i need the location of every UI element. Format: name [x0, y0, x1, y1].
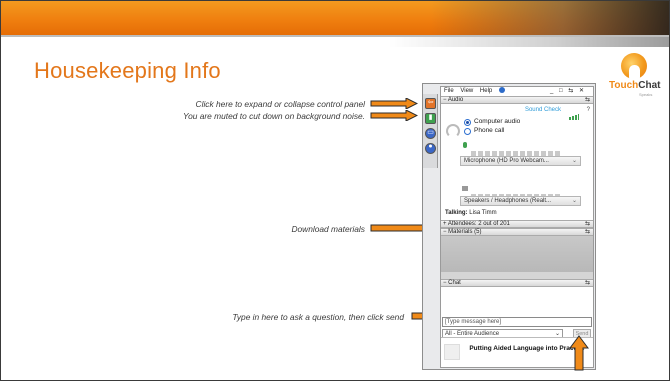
microphone-value: Microphone (HD Pro Webcam...: [464, 158, 549, 164]
speaker-level-meter: [471, 186, 563, 199]
banner-shade: [431, 1, 669, 35]
talking-name: Lisa Timm: [469, 210, 497, 216]
logo-tagline: Speaks: [639, 92, 653, 97]
webcam-icon: ●: [428, 143, 433, 150]
menu-bar: File View Help _ □ ⇆ ✕: [441, 87, 593, 96]
speakers-value: Speakers / Headphones (Realt...: [464, 198, 552, 204]
attendees-label: Attendees:: [447, 221, 477, 227]
logo-chat: Chat: [638, 80, 661, 91]
banner-stripe-shadow: [389, 37, 669, 47]
audio-header-label: Audio: [447, 97, 464, 103]
mute-button[interactable]: ▮: [425, 113, 436, 124]
panel-gap: [441, 272, 593, 279]
materials-label: Materials (5): [448, 229, 482, 235]
webcam-button[interactable]: ●: [425, 143, 436, 154]
arrow-left-icon: ⇦: [427, 99, 434, 106]
audio-panel: Sound Check ? Computer audio Phone call …: [441, 104, 593, 220]
note-muted: You are muted to cut down on background …: [182, 111, 365, 121]
headset-icon: [446, 124, 460, 138]
phone-call-label: Phone call: [474, 127, 505, 134]
control-panel: ⇦ ▮ ▭ ● File View Help _ □ ⇆ ✕ − Audio ⇆ …: [422, 83, 596, 370]
chat-message-input[interactable]: [Type message here]: [442, 317, 592, 327]
arrow-muted: [370, 110, 418, 121]
sound-check-link[interactable]: Sound Check: [525, 107, 561, 113]
chat-label: Chat: [448, 280, 461, 286]
talking-label: Talking:: [445, 210, 468, 216]
note-ask-question: Type in here to ask a question, then cli…: [232, 312, 404, 322]
note-download: Download materials: [291, 224, 365, 234]
chat-section-header[interactable]: − Chat ⇆: [441, 279, 593, 287]
computer-audio-radio[interactable]: [464, 119, 471, 126]
expand-collapse-button[interactable]: ⇦: [425, 98, 436, 109]
logo-wordmark: TouchChat: [609, 80, 661, 91]
header-banner: [1, 1, 669, 35]
popout-icon[interactable]: ⇆: [585, 97, 590, 104]
slide-title: Housekeeping Info: [34, 58, 221, 83]
logo-touch: Touch: [609, 80, 639, 91]
speaker-icon: [462, 186, 468, 191]
gotowebinar-window: File View Help _ □ ⇆ ✕ − Audio ⇆ Sound Ch…: [440, 86, 594, 368]
menu-view[interactable]: View: [460, 88, 473, 94]
popout-icon[interactable]: ⇆: [585, 229, 590, 236]
phone-call-radio[interactable]: [464, 128, 471, 135]
arrow-up-send: [569, 335, 589, 371]
audio-section-header[interactable]: − Audio ⇆: [441, 96, 593, 104]
slide: Housekeeping Info TouchChat Speaks Click…: [0, 0, 670, 381]
globe-icon[interactable]: [498, 87, 505, 93]
mic-level-meter: [471, 143, 563, 156]
materials-list[interactable]: [441, 236, 593, 272]
screen-icon: ▭: [427, 129, 434, 136]
panel-toolbar: ⇦ ▮ ▭ ●: [423, 94, 438, 168]
microphone-select[interactable]: Microphone (HD Pro Webcam... ⌄: [460, 156, 581, 166]
touchchat-logo: TouchChat Speaks: [607, 53, 667, 103]
speakers-select[interactable]: Speakers / Headphones (Realt... ⌄: [460, 196, 581, 206]
talking-indicator: Talking: Lisa Timm: [445, 210, 497, 216]
window-controls[interactable]: _ □ ⇆ ✕: [550, 87, 586, 94]
microphone-icon: ▮: [428, 114, 433, 121]
materials-section-header[interactable]: − Materials (5) ⇆: [441, 228, 593, 236]
microphone-icon: [463, 142, 467, 148]
chevron-down-icon: ⌄: [571, 198, 577, 204]
popout-icon[interactable]: ⇆: [585, 221, 590, 228]
attendees-count: 2 out of 201: [478, 221, 510, 227]
menu-help[interactable]: Help: [480, 88, 492, 94]
hand-icon: [629, 65, 640, 79]
session-logo: [444, 344, 460, 360]
popout-icon[interactable]: ⇆: [585, 280, 590, 287]
help-icon[interactable]: ?: [587, 107, 590, 113]
arrow-expand-panel: [370, 98, 418, 109]
screen-button[interactable]: ▭: [425, 128, 436, 139]
chevron-down-icon: ⌄: [571, 158, 577, 164]
chat-log: [441, 287, 593, 316]
attendees-section-header[interactable]: + Attendees: 2 out of 201 ⇆: [441, 220, 593, 228]
signal-bars-icon: [569, 107, 579, 120]
note-expand-panel: Click here to expand or collapse control…: [195, 99, 365, 109]
menu-file[interactable]: File: [444, 88, 454, 94]
computer-audio-label: Computer audio: [474, 118, 521, 125]
